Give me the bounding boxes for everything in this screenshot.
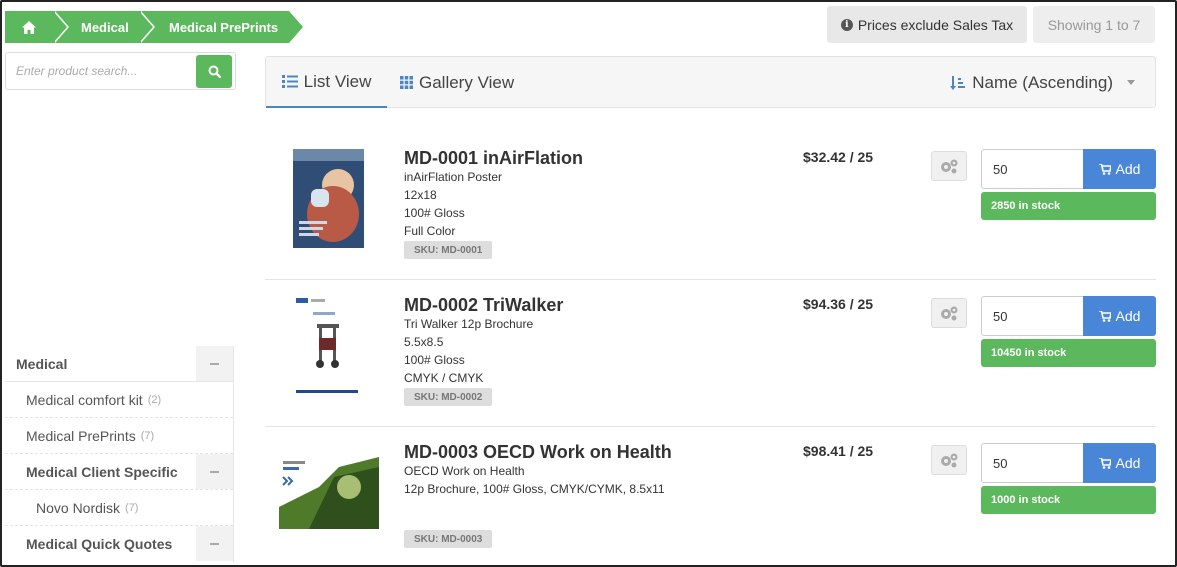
sku-badge: SKU: MD-0003 [404, 530, 493, 548]
collapse-button[interactable] [196, 454, 233, 489]
info-icon: i [840, 18, 853, 31]
product-row: MD-0002 TriWalker Tri Walker 12p Brochur… [265, 280, 1156, 427]
minus-icon [210, 542, 219, 545]
quantity-input[interactable] [981, 296, 1084, 336]
minus-icon [210, 470, 219, 473]
product-title[interactable]: MD-0001 inAirFlation [404, 148, 583, 169]
add-to-cart-button[interactable]: Add [1083, 443, 1156, 483]
cart-icon [1098, 457, 1111, 469]
product-image[interactable] [293, 296, 364, 400]
minus-icon [210, 362, 219, 365]
options-button[interactable] [931, 151, 967, 181]
category-count: (7) [140, 429, 155, 442]
category-medical-quick-quotes[interactable]: Medical Quick Quotes [5, 526, 233, 562]
product-title[interactable]: MD-0002 TriWalker [404, 295, 563, 316]
product-row: MD-0003 OECD Work on Health OECD Work on… [265, 427, 1156, 567]
gears-icon [941, 306, 958, 321]
category-count: (2) [147, 393, 162, 406]
collapse-button[interactable] [196, 526, 233, 561]
search-input[interactable] [6, 53, 196, 89]
options-button[interactable] [931, 298, 967, 328]
category-medical-comfort-kit[interactable]: Medical comfort kit (2) [5, 382, 233, 418]
collapse-button[interactable] [196, 346, 233, 381]
stock-badge: 1000 in stock [981, 486, 1156, 514]
view-bar: List View Gallery View Name (Ascending) [265, 56, 1156, 108]
product-price: $98.41 / 25 [803, 443, 874, 459]
showing-count: Showing 1 to 7 [1033, 6, 1155, 43]
gears-icon [941, 159, 958, 174]
category-novo-nordisk[interactable]: Novo Nordisk (7) [5, 490, 233, 526]
quantity-input[interactable] [981, 149, 1084, 189]
search-box [5, 52, 236, 90]
options-button[interactable] [931, 445, 967, 475]
sku-badge: SKU: MD-0002 [404, 388, 493, 406]
stock-badge: 10450 in stock [981, 339, 1156, 367]
sku-badge: SKU: MD-0001 [404, 241, 493, 259]
stock-badge: 2850 in stock [981, 192, 1156, 220]
breadcrumb-medical-preprints[interactable]: Medical PrePrints [139, 11, 303, 43]
product-image[interactable] [279, 457, 379, 532]
search-button[interactable] [196, 55, 232, 88]
product-details: Tri Walker 12p Brochure 5.5x8.5 100# Glo… [404, 317, 534, 385]
tab-gallery-view[interactable]: Gallery View [400, 57, 514, 108]
cart-icon [1098, 310, 1111, 322]
breadcrumb: Medical Medical PrePrints [5, 11, 303, 43]
tax-note: Prices exclude Sales Tax [857, 16, 1014, 33]
category-nav: Medical Medical comfort kit (2) Medical … [5, 346, 234, 562]
list-icon [281, 75, 298, 88]
add-to-cart-button[interactable]: Add [1083, 149, 1156, 189]
grid-icon [400, 76, 413, 89]
category-medical[interactable]: Medical [5, 346, 233, 382]
product-row: MD-0001 inAirFlation inAirFlation Poster… [265, 133, 1156, 280]
breadcrumb-home[interactable] [5, 11, 69, 43]
cart-icon [1098, 163, 1111, 175]
tax-info-button[interactable]: i Prices exclude Sales Tax [827, 6, 1027, 43]
product-image[interactable] [293, 149, 364, 251]
product-title[interactable]: MD-0003 OECD Work on Health [404, 442, 672, 463]
category-medical-preprints[interactable]: Medical PrePrints (7) [5, 418, 233, 454]
category-count: (7) [125, 501, 139, 514]
product-details: inAirFlation Poster 12x18 100# Gloss Ful… [404, 170, 503, 238]
gears-icon [941, 453, 958, 468]
tab-list-view[interactable]: List View [266, 57, 387, 108]
product-price: $94.36 / 25 [803, 296, 874, 312]
sort-dropdown[interactable]: Name (Ascending) [950, 57, 1135, 108]
add-to-cart-button[interactable]: Add [1083, 296, 1156, 336]
quantity-input[interactable] [981, 443, 1084, 483]
search-icon [208, 65, 221, 78]
home-icon [22, 20, 36, 34]
product-details: OECD Work on Health 12p Brochure, 100# G… [404, 464, 665, 496]
sort-icon [950, 75, 966, 90]
product-price: $32.42 / 25 [803, 149, 874, 165]
caret-down-icon [1127, 80, 1135, 85]
category-medical-client-specific[interactable]: Medical Client Specific [5, 454, 233, 490]
